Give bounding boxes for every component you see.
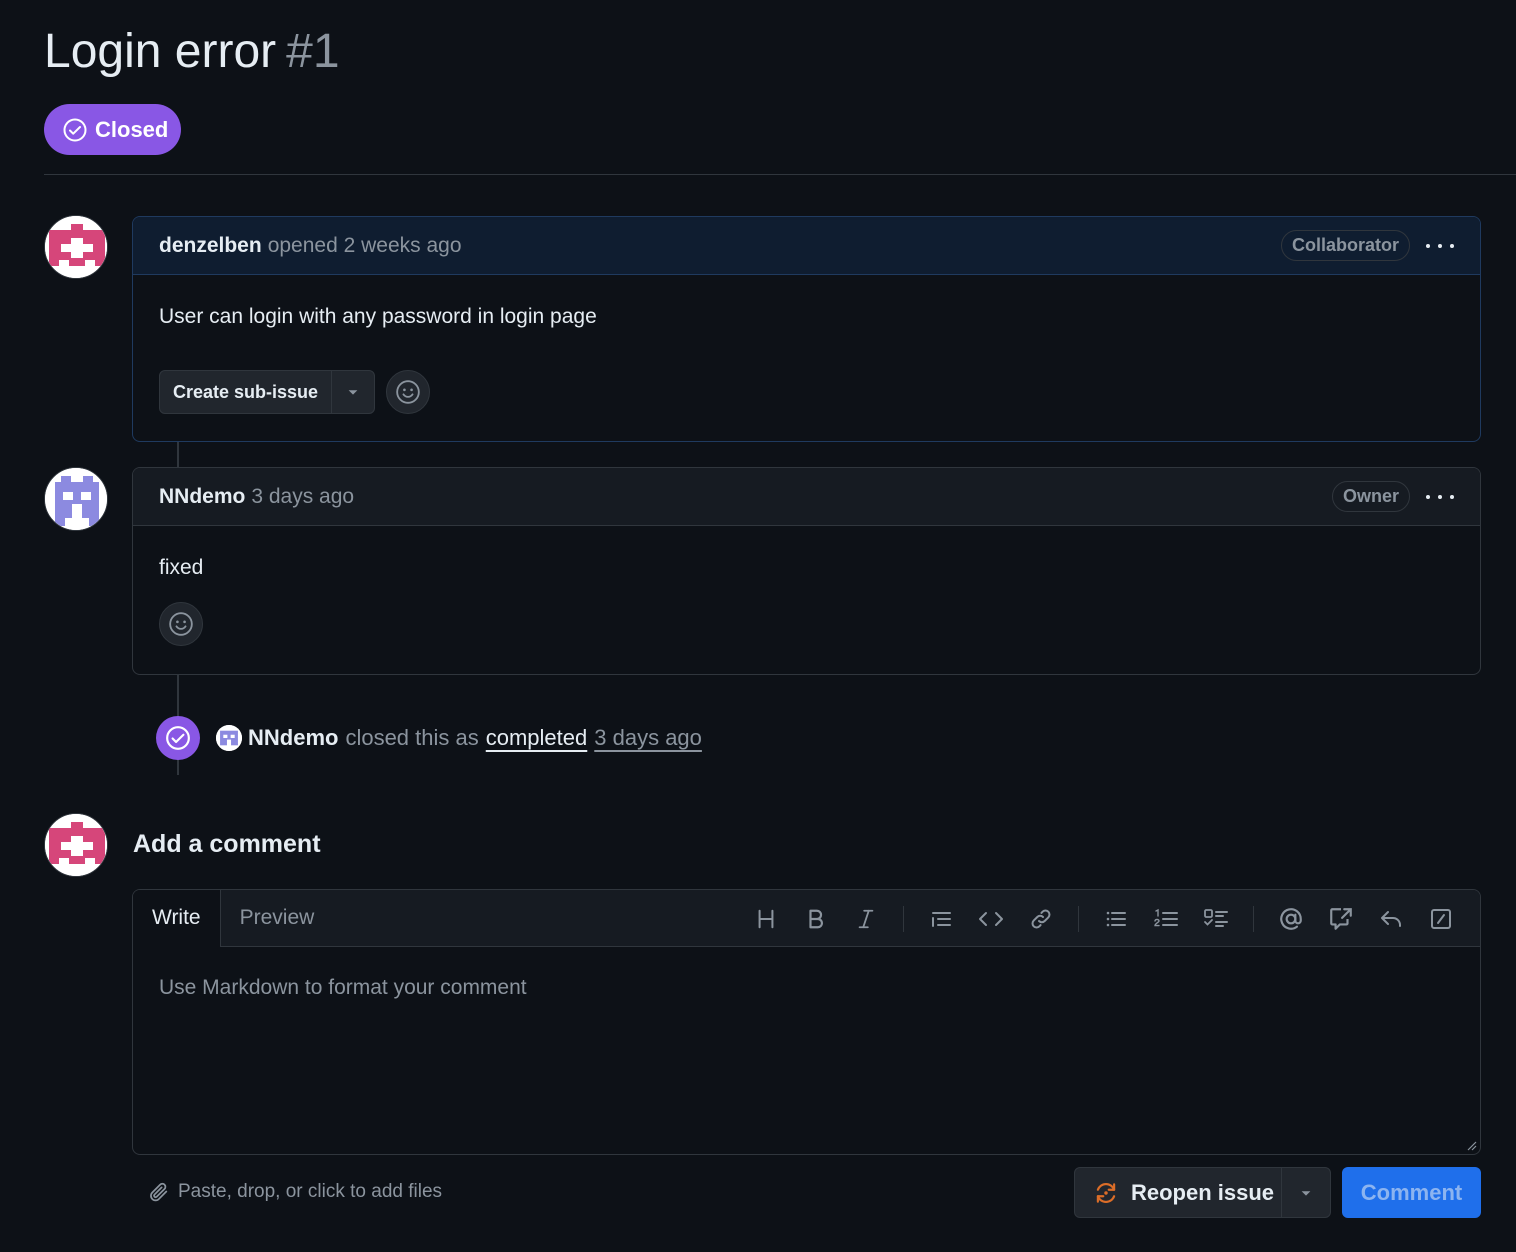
avatar[interactable] — [44, 813, 108, 877]
bold-icon — [809, 909, 824, 928]
ordered-list-icon — [1154, 908, 1178, 926]
smiley-icon — [396, 380, 420, 404]
create-sub-issue-group: Create sub-issue — [159, 370, 376, 414]
unordered-list-icon — [1106, 911, 1126, 926]
mention-icon — [1280, 907, 1302, 930]
saved-reply-icon — [1381, 910, 1401, 927]
triangle-down-icon — [348, 390, 358, 395]
comment-timestamp[interactable]: opened 2 weeks ago — [268, 234, 462, 258]
comment-text: fixed — [159, 556, 204, 579]
page-title: Login error #1 — [44, 22, 340, 82]
closed-event-badge — [156, 716, 200, 760]
toolbar-divider — [1078, 905, 1079, 932]
check-circle-icon — [63, 118, 87, 141]
add-reaction-button[interactable] — [159, 602, 203, 646]
triangle-down-icon — [1301, 1190, 1311, 1196]
tab-preview[interactable]: Preview — [221, 890, 334, 946]
italic-button[interactable] — [841, 899, 891, 939]
avatar[interactable] — [44, 215, 108, 279]
comment-timestamp[interactable]: 3 days ago — [251, 485, 354, 509]
event-timestamp[interactable]: 3 days ago — [594, 725, 702, 751]
unordered-list-button[interactable] — [1091, 899, 1141, 939]
issue-reopened-icon — [1096, 1182, 1116, 1203]
smiley-icon — [169, 612, 193, 636]
ordered-list-button[interactable] — [1141, 899, 1191, 939]
task-list-icon — [1204, 908, 1228, 927]
cross-reference-button[interactable] — [1316, 899, 1366, 939]
reopen-options-dropdown[interactable] — [1282, 1168, 1330, 1217]
comment-editor: Write Preview Use Markdown to format you… — [132, 889, 1481, 1155]
comment-author[interactable]: NNdemo — [159, 485, 245, 509]
comment-options-button[interactable] — [1426, 243, 1454, 248]
comment-header: NNdemo 3 days ago Owner — [133, 468, 1480, 526]
comment-author[interactable]: denzelben — [159, 234, 262, 258]
resize-handle-icon[interactable] — [1467, 1141, 1477, 1151]
closed-event: NNdemo closed this as completed 3 days a… — [156, 716, 702, 760]
code-button[interactable] — [966, 899, 1016, 939]
link-button[interactable] — [1016, 899, 1066, 939]
event-actor-avatar[interactable] — [216, 725, 242, 751]
toolbar-divider — [903, 905, 904, 932]
comment: NNdemo 3 days ago Owner fixed — [132, 467, 1481, 675]
tab-write[interactable]: Write — [133, 890, 221, 947]
add-comment-heading: Add a comment — [133, 830, 321, 858]
comment-header: denzelben opened 2 weeks ago Collaborato… — [133, 217, 1480, 275]
timeline-line — [177, 441, 179, 468]
comment-options-button[interactable] — [1426, 494, 1454, 499]
event-action: closed this as — [345, 725, 479, 750]
event-reason-link[interactable]: completed — [486, 725, 588, 751]
slash-command-icon — [1431, 908, 1451, 929]
code-icon — [979, 911, 1003, 926]
cross-reference-icon — [1330, 907, 1352, 930]
markdown-toolbar — [741, 890, 1466, 947]
attach-files[interactable]: Paste, drop, or click to add files — [148, 1181, 442, 1203]
role-badge: Collaborator — [1280, 230, 1410, 261]
add-reaction-button[interactable] — [386, 370, 431, 414]
paperclip-icon — [150, 1182, 168, 1202]
quote-button[interactable] — [916, 899, 966, 939]
issue-number: #1 — [286, 25, 340, 78]
header-divider — [44, 174, 1516, 175]
slash-command-button[interactable] — [1416, 899, 1466, 939]
attach-hint: Paste, drop, or click to add files — [178, 1181, 443, 1202]
create-sub-issue-dropdown[interactable] — [332, 371, 374, 413]
reopen-issue-label: Reopen issue — [1131, 1179, 1275, 1205]
avatar[interactable] — [44, 467, 108, 531]
toolbar-divider — [1253, 905, 1254, 932]
role-badge: Owner — [1331, 481, 1410, 512]
comment-body: fixed — [133, 526, 1480, 646]
issue-body-comment: denzelben opened 2 weeks ago Collaborato… — [132, 216, 1481, 442]
editor-tabs: Write Preview — [133, 890, 1480, 947]
event-actor[interactable]: NNdemo — [248, 725, 338, 751]
comment-button[interactable]: Comment — [1342, 1167, 1481, 1218]
create-sub-issue-button[interactable]: Create sub-issue — [160, 371, 333, 413]
check-circle-icon — [166, 726, 190, 750]
heading-icon — [758, 909, 774, 928]
comment-body: User can login with any password in logi… — [133, 275, 1480, 414]
reopen-issue-button[interactable]: Reopen issue — [1075, 1168, 1282, 1217]
issue-state-badge: Closed — [44, 104, 181, 155]
task-list-button[interactable] — [1191, 899, 1241, 939]
bold-button[interactable] — [791, 899, 841, 939]
comment-text: User can login with any password in logi… — [159, 305, 597, 328]
issue-state-label: Closed — [95, 116, 169, 142]
saved-reply-button[interactable] — [1366, 899, 1416, 939]
comment-textarea[interactable]: Use Markdown to format your comment — [159, 976, 527, 1000]
quote-icon — [932, 911, 951, 927]
link-icon — [1031, 909, 1051, 928]
mention-button[interactable] — [1266, 899, 1316, 939]
reopen-issue-group: Reopen issue — [1074, 1167, 1331, 1218]
heading-button[interactable] — [741, 899, 791, 939]
issue-title: Login error — [44, 25, 277, 78]
italic-icon — [858, 909, 874, 928]
